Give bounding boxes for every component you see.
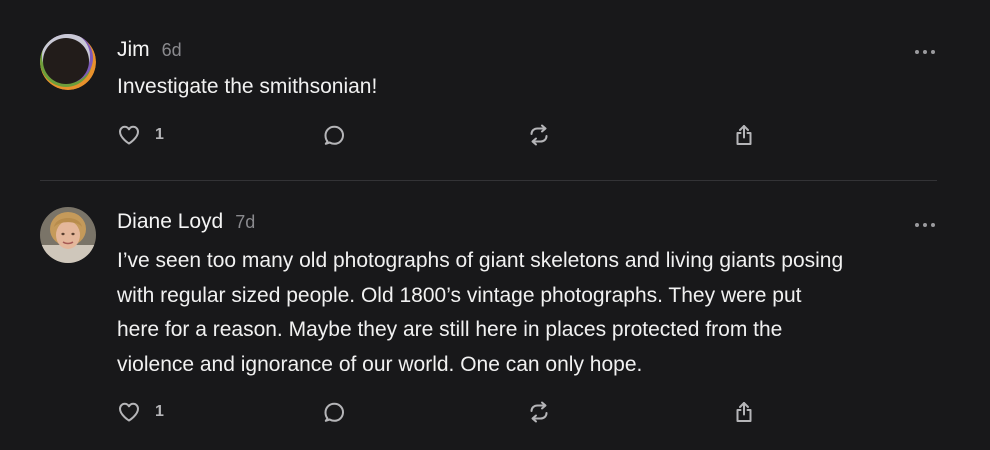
comment-text: I’ve seen too many old photographs of gi… bbox=[117, 249, 844, 376]
avatar[interactable] bbox=[40, 34, 96, 90]
like-button[interactable]: 1 bbox=[117, 120, 164, 150]
repost-button[interactable] bbox=[527, 120, 551, 150]
share-button[interactable] bbox=[732, 120, 756, 150]
repost-icon bbox=[530, 401, 548, 423]
like-count: 1 bbox=[155, 126, 164, 143]
more-icon bbox=[915, 50, 935, 54]
like-count: 1 bbox=[155, 403, 164, 420]
comment-jim: Jim 6d Investigate the smithsonian! 1 bbox=[0, 0, 990, 180]
timestamp[interactable]: 6d bbox=[162, 40, 182, 61]
like-button[interactable]: 1 bbox=[117, 397, 164, 427]
action-bar: 1 bbox=[0, 397, 990, 427]
more-options-button[interactable] bbox=[913, 217, 937, 227]
heart-icon bbox=[119, 402, 139, 422]
share-button[interactable] bbox=[732, 397, 756, 427]
more-options-button[interactable] bbox=[913, 44, 937, 54]
repost-icon bbox=[530, 124, 548, 146]
avatar[interactable] bbox=[40, 207, 96, 263]
heart-icon bbox=[119, 125, 139, 145]
comment-diane: Diane Loyd 7d I’ve seen too many old pho… bbox=[0, 181, 990, 450]
share-icon bbox=[736, 125, 752, 145]
share-icon bbox=[736, 402, 752, 422]
action-bar: 1 bbox=[0, 120, 990, 150]
repost-button[interactable] bbox=[527, 397, 551, 427]
reply-button[interactable] bbox=[322, 120, 346, 150]
reply-button[interactable] bbox=[322, 397, 346, 427]
comment-text: Investigate the smithsonian! bbox=[117, 75, 378, 98]
comment-icon bbox=[324, 402, 344, 422]
timestamp[interactable]: 7d bbox=[235, 212, 255, 233]
avatar-image bbox=[40, 207, 96, 263]
more-icon bbox=[915, 223, 935, 227]
author-name[interactable]: Jim bbox=[117, 38, 150, 62]
avatar-image bbox=[40, 34, 96, 90]
author-name[interactable]: Diane Loyd bbox=[117, 210, 223, 234]
comment-icon bbox=[324, 125, 344, 145]
